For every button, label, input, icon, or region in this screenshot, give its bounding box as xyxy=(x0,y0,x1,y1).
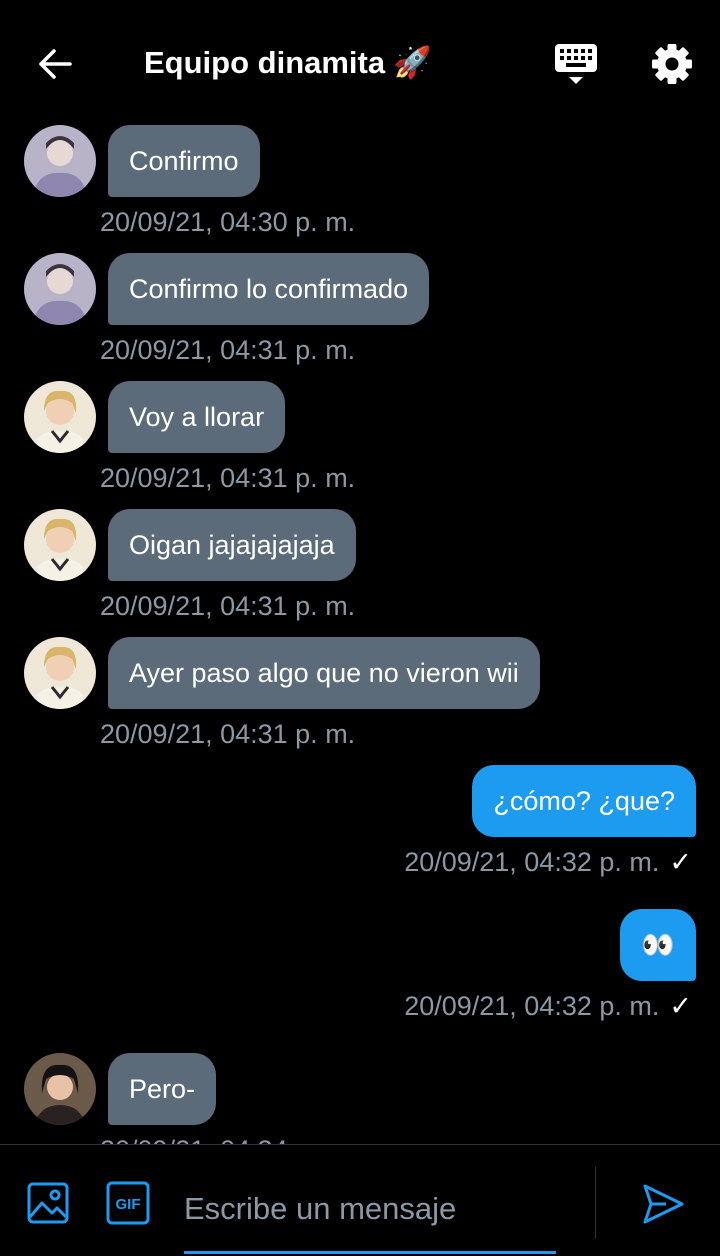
send-icon xyxy=(643,1184,684,1224)
arrow-left-icon xyxy=(39,49,72,79)
message-list[interactable]: Confirmo 20/09/21, 04:30 p. m. Confirmo … xyxy=(0,120,720,1144)
message-timestamp: 20/09/21, 04:31 p. m. xyxy=(100,719,356,749)
message-timestamp: 20/09/21, 04:32 p. m. xyxy=(404,991,660,1021)
message-bubble[interactable]: 👀 xyxy=(620,909,696,981)
avatar[interactable] xyxy=(24,637,96,709)
avatar[interactable] xyxy=(24,125,96,197)
sent-check-icon: ✓ xyxy=(669,991,692,1021)
composer-divider xyxy=(595,1167,596,1239)
keyboard-button[interactable] xyxy=(552,40,600,88)
message-timestamp: 20/09/21, 04:31 p. m. xyxy=(100,591,356,621)
settings-button[interactable] xyxy=(648,40,696,88)
message-timestamp: 20/09/21, 04:34 xyxy=(100,1135,288,1144)
message-composer: GIF xyxy=(0,1144,720,1256)
avatar[interactable] xyxy=(24,253,96,325)
avatar[interactable] xyxy=(24,1053,96,1125)
svg-text:GIF: GIF xyxy=(116,1196,141,1213)
back-button[interactable] xyxy=(34,42,78,86)
message-input[interactable] xyxy=(184,1167,556,1254)
message-bubble[interactable]: Voy a llorar xyxy=(108,381,286,453)
message-timestamp: 20/09/21, 04:30 p. m. xyxy=(100,207,356,237)
keyboard-icon xyxy=(555,44,597,84)
message-bubble[interactable]: Oigan jajajajajaja xyxy=(108,509,356,581)
message-bubble[interactable]: Ayer paso algo que no vieron wii xyxy=(108,637,540,709)
send-button[interactable] xyxy=(640,1181,686,1227)
avatar[interactable] xyxy=(24,509,96,581)
message-bubble[interactable]: Confirmo lo confirmado xyxy=(108,253,430,325)
add-gif-button[interactable]: GIF xyxy=(106,1181,150,1225)
message-status: 20/09/21, 04:32 p. m. ✓ xyxy=(404,847,692,878)
rocket-emoji: 🚀 xyxy=(393,45,432,80)
message-timestamp: 20/09/21, 04:32 p. m. xyxy=(404,847,660,877)
message-bubble[interactable]: Pero- xyxy=(108,1053,217,1125)
message-timestamp: 20/09/21, 04:31 p. m. xyxy=(100,463,356,493)
message-status: 20/09/21, 04:32 p. m. ✓ xyxy=(404,991,692,1022)
sent-check-icon: ✓ xyxy=(669,847,692,877)
add-image-button[interactable] xyxy=(26,1181,70,1225)
chat-title[interactable]: Equipo dinamita 🚀 xyxy=(144,44,432,81)
avatar[interactable] xyxy=(24,381,96,453)
message-bubble[interactable]: Confirmo xyxy=(108,125,260,197)
message-timestamp: 20/09/21, 04:31 p. m. xyxy=(100,335,356,365)
gear-icon xyxy=(652,44,692,84)
image-icon xyxy=(27,1182,69,1224)
chat-header: Equipo dinamita 🚀 xyxy=(0,0,720,120)
gif-icon: GIF xyxy=(106,1181,150,1225)
message-bubble[interactable]: ¿cómo? ¿que? xyxy=(472,765,696,837)
chat-title-text: Equipo dinamita xyxy=(144,45,386,80)
